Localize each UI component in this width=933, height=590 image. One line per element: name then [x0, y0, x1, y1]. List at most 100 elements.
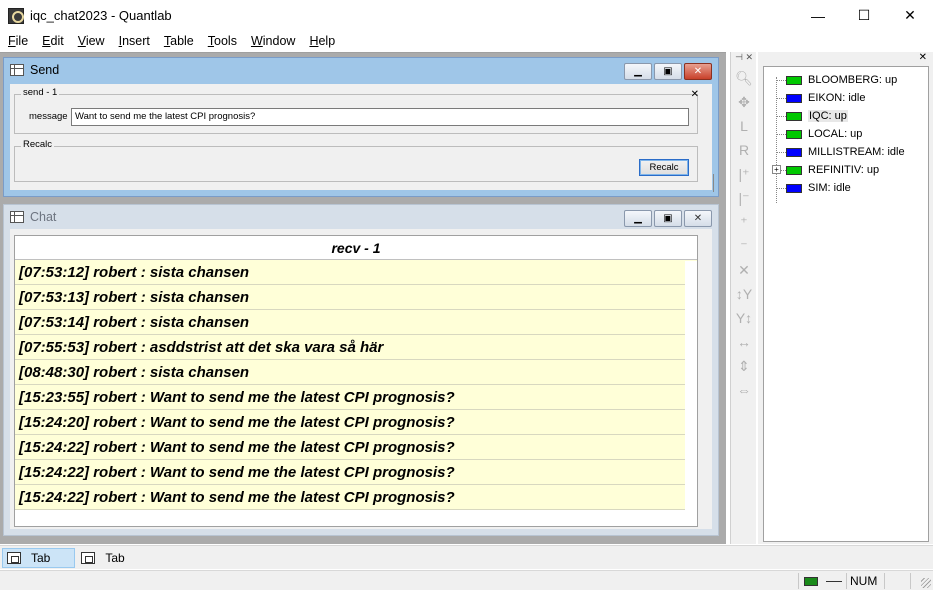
chat-row[interactable]: [15:24:20] robert : Want to send me the … — [15, 410, 697, 435]
mdi-client-area: Send ▁ ▣ ✕ send - 1 ✕ message Want to se… — [0, 52, 726, 544]
send-window[interactable]: Send ▁ ▣ ✕ send - 1 ✕ message Want to se… — [3, 57, 719, 197]
x-arrows-icon[interactable]: ↔ — [731, 330, 757, 354]
menu-tools[interactable]: Tools — [201, 34, 244, 48]
message-label: message — [29, 111, 68, 122]
feed-panel: ✕ BLOOMBERG: up EIKON: idle IQC: up LOCA… — [758, 52, 933, 544]
y-minus-icon[interactable]: ⁻ — [731, 234, 757, 258]
status-separator — [798, 573, 799, 589]
chat-restore-button[interactable]: ▣ — [654, 210, 682, 227]
feed-item-eikon[interactable]: EIKON: idle — [786, 89, 865, 107]
table-icon — [10, 211, 24, 223]
menu-file[interactable]: File — [1, 34, 35, 48]
recalc-group-label: Recalc — [21, 139, 55, 150]
panel-close-icon[interactable]: ✕ — [919, 52, 927, 66]
l-icon[interactable]: L — [731, 114, 757, 138]
chat-window[interactable]: Chat ▁ ▣ ✕ recv - 1 [07:53:12] robert : … — [3, 204, 719, 536]
chat-row[interactable]: [07:53:12] robert : sista chansen — [15, 260, 697, 285]
feed-label: LOCAL: up — [808, 128, 863, 140]
tree-connector — [776, 152, 786, 153]
feed-item-refinitiv[interactable]: REFINITIV: up — [786, 161, 879, 179]
restore-icon: ▣ — [663, 66, 673, 77]
close-icon: ✕ — [904, 7, 916, 23]
menu-insert[interactable]: Insert — [112, 34, 157, 48]
feed-item-iqc[interactable]: IQC: up — [786, 107, 848, 125]
window-tab-icon — [7, 551, 21, 564]
status-up-icon — [786, 111, 802, 121]
send-close-button[interactable]: ✕ — [684, 63, 712, 80]
resize-grip-icon[interactable] — [921, 578, 931, 588]
recalc-group: Recalc Recalc — [14, 139, 698, 182]
feed-label: IQC: up — [808, 110, 848, 122]
window-tab-icon — [81, 551, 96, 564]
maximize-button[interactable]: ☐ — [841, 0, 887, 31]
chat-close-button[interactable]: ✕ — [684, 210, 712, 227]
r-icon[interactable]: R — [731, 138, 757, 162]
close-icon: ✕ — [693, 66, 703, 77]
chat-row[interactable]: [15:23:55] robert : Want to send me the … — [15, 385, 697, 410]
chat-row[interactable]: [15:24:22] robert : Want to send me the … — [15, 435, 697, 460]
zoom-icon[interactable]: 🔍︎ — [731, 66, 757, 90]
status-separator — [910, 573, 911, 589]
x-minus-icon[interactable]: |⁻ — [731, 186, 757, 210]
feed-item-bloomberg[interactable]: BLOOMBERG: up — [786, 71, 897, 89]
y-arrows-icon[interactable]: ⇕ — [731, 354, 757, 378]
chat-grid[interactable]: recv - 1 [07:53:12] robert : sista chans… — [14, 235, 698, 527]
status-idle-icon — [786, 183, 802, 193]
feed-tree[interactable]: BLOOMBERG: up EIKON: idle IQC: up LOCAL:… — [763, 66, 929, 542]
chat-row[interactable]: [07:53:13] robert : sista chansen — [15, 285, 697, 310]
status-idle-icon — [786, 93, 802, 103]
tab-label: Tab — [105, 550, 125, 565]
tab-chat[interactable]: Tab — [77, 548, 148, 568]
menu-edit[interactable]: Edit — [35, 34, 71, 48]
quantlab-app-icon — [8, 7, 24, 24]
menu-table[interactable]: Table — [157, 34, 201, 48]
chat-row[interactable]: [07:53:14] robert : sista chansen — [15, 310, 697, 335]
chat-column-header[interactable]: recv - 1 — [15, 236, 697, 260]
recalc-button[interactable]: Recalc — [639, 159, 689, 176]
send-minimize-button[interactable]: ▁ — [624, 63, 652, 80]
menu-help[interactable]: Help — [302, 34, 342, 48]
feed-label: SIM: idle — [808, 182, 851, 194]
send-window-body: send - 1 ✕ message Want to send me the l… — [10, 84, 714, 192]
feed-label: REFINITIV: up — [808, 164, 880, 176]
chat-row[interactable]: [08:48:30] robert : sista chansen — [15, 360, 697, 385]
feed-item-local[interactable]: LOCAL: up — [786, 125, 862, 143]
cross-icon[interactable]: ✕ — [731, 258, 757, 282]
y-plus-icon[interactable]: ⁺ — [731, 210, 757, 234]
status-up-icon — [786, 129, 802, 139]
feed-label: EIKON: idle — [808, 92, 866, 104]
menu-view[interactable]: View — [71, 34, 112, 48]
group-close-icon[interactable]: ✕ — [691, 89, 699, 100]
chat-row[interactable]: [07:55:53] robert : asddstrist att det s… — [15, 335, 697, 360]
send-group-label: send - 1 — [21, 87, 60, 98]
minimize-button[interactable]: — — [795, 0, 841, 31]
status-idle-icon — [786, 147, 802, 157]
toolbar-pin-icon[interactable]: ⊣ ✕ — [731, 52, 756, 66]
close-button[interactable]: ✕ — [887, 0, 933, 31]
feed-item-millistream[interactable]: MILLISTREAM: idle — [786, 143, 905, 161]
send-group: send - 1 ✕ message Want to send me the l… — [14, 87, 699, 134]
message-input[interactable]: Want to send me the latest CPI prognosis… — [71, 108, 689, 126]
resize-edge — [713, 174, 714, 192]
chat-row[interactable]: [15:24:22] robert : Want to send me the … — [15, 460, 697, 485]
chat-grid-margin — [685, 261, 697, 526]
maximize-icon: ☐ — [857, 7, 871, 23]
send-restore-button[interactable]: ▣ — [654, 63, 682, 80]
chart-toolbar: ⊣ ✕ 🔍︎ ✥ L R |⁺ |⁻ ⁺ ⁻ ✕ ↕Y Y↕ ↔ ⇕ ⇔ — [730, 52, 756, 544]
chat-minimize-button[interactable]: ▁ — [624, 210, 652, 227]
status-up-icon — [786, 165, 802, 175]
chat-window-titlebar[interactable]: Chat — [4, 205, 718, 229]
pan-icon[interactable]: ✥ — [731, 90, 757, 114]
chat-row[interactable]: [15:24:22] robert : Want to send me the … — [15, 485, 697, 510]
y-expand-icon[interactable]: ↕Y — [731, 282, 757, 306]
expand-icon[interactable]: + — [772, 165, 781, 174]
xy-arrows-icon[interactable]: ⇔ — [731, 378, 757, 402]
send-window-titlebar[interactable]: Send — [4, 58, 718, 82]
title-bar: iqc_chat2023 - Quantlab — ☐ ✕ — [0, 0, 933, 31]
tab-send[interactable]: Tab — [2, 547, 76, 568]
status-up-icon — [786, 75, 802, 85]
y-compress-icon[interactable]: Y↕ — [731, 306, 757, 330]
menu-window[interactable]: Window — [244, 34, 302, 48]
x-plus-icon[interactable]: |⁺ — [731, 162, 757, 186]
feed-item-sim[interactable]: SIM: idle — [786, 179, 851, 197]
